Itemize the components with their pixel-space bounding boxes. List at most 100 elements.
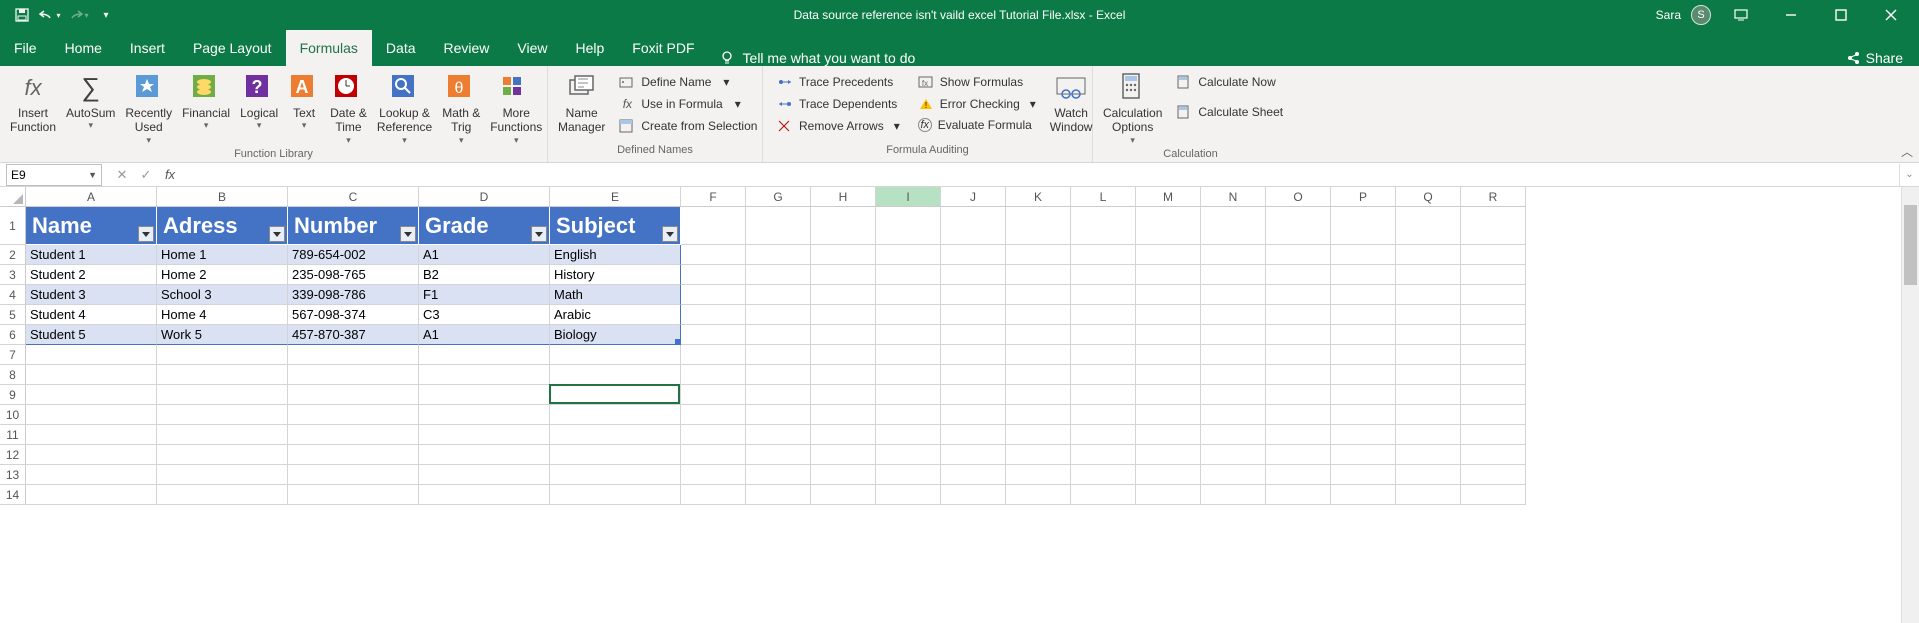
cell[interactable] — [811, 245, 876, 265]
name-manager-button[interactable]: Name Manager — [554, 70, 609, 137]
cell[interactable] — [1396, 245, 1461, 265]
cell[interactable] — [746, 445, 811, 465]
cell[interactable] — [941, 345, 1006, 365]
cell[interactable] — [26, 445, 157, 465]
create-from-selection-button[interactable]: Create from Selection — [615, 116, 761, 136]
column-header[interactable]: P — [1331, 187, 1396, 206]
cell[interactable] — [1201, 365, 1266, 385]
cell[interactable] — [1071, 265, 1136, 285]
cell[interactable] — [1331, 425, 1396, 445]
cell[interactable] — [26, 425, 157, 445]
cancel-formula-icon[interactable]: ✕ — [110, 167, 134, 183]
cell[interactable]: A1 — [419, 325, 550, 345]
cell[interactable] — [746, 425, 811, 445]
cell[interactable] — [876, 385, 941, 405]
cell[interactable] — [811, 405, 876, 425]
table-header-cell[interactable]: Name — [26, 207, 157, 245]
cell[interactable] — [550, 385, 681, 405]
define-name-button[interactable]: Define Name ▾ — [615, 72, 761, 92]
cell[interactable] — [1461, 207, 1526, 245]
cell[interactable] — [1071, 425, 1136, 445]
cell[interactable] — [157, 465, 288, 485]
cell[interactable]: 235-098-765 — [288, 265, 419, 285]
cell[interactable] — [1071, 245, 1136, 265]
cell[interactable] — [811, 325, 876, 345]
cell[interactable] — [681, 365, 746, 385]
cell[interactable] — [1201, 285, 1266, 305]
cell[interactable] — [1396, 345, 1461, 365]
row-header[interactable]: 1 — [0, 207, 26, 245]
cell[interactable]: Student 3 — [26, 285, 157, 305]
cell[interactable] — [1331, 305, 1396, 325]
cell[interactable] — [1201, 245, 1266, 265]
cell[interactable] — [811, 305, 876, 325]
cell[interactable] — [1201, 485, 1266, 505]
cell[interactable] — [941, 325, 1006, 345]
cell[interactable] — [941, 305, 1006, 325]
table-header-cell[interactable]: Grade — [419, 207, 550, 245]
cell[interactable] — [1136, 365, 1201, 385]
share-button[interactable]: Share — [1846, 50, 1919, 66]
cell[interactable] — [941, 285, 1006, 305]
date-time-button[interactable]: Date & Time▾ — [326, 70, 371, 148]
column-header[interactable]: L — [1071, 187, 1136, 206]
cell[interactable] — [876, 345, 941, 365]
close-icon[interactable] — [1871, 1, 1911, 29]
cell[interactable]: 789-654-002 — [288, 245, 419, 265]
cell[interactable]: English — [550, 245, 681, 265]
cell[interactable] — [876, 265, 941, 285]
column-header[interactable]: C — [288, 187, 419, 206]
lookup-button[interactable]: Lookup & Reference▾ — [373, 70, 436, 148]
user-avatar[interactable]: S — [1691, 5, 1711, 25]
cell[interactable] — [1071, 465, 1136, 485]
cell[interactable]: Student 1 — [26, 245, 157, 265]
trace-dependents-button[interactable]: Trace Dependents — [773, 94, 904, 114]
tab-page-layout[interactable]: Page Layout — [179, 30, 286, 66]
filter-dropdown-icon[interactable] — [269, 226, 285, 242]
watch-window-button[interactable]: Watch Window — [1046, 70, 1097, 137]
cell[interactable] — [681, 245, 746, 265]
table-header-cell[interactable]: Subject — [550, 207, 681, 245]
cell[interactable] — [1396, 405, 1461, 425]
cell[interactable] — [1396, 425, 1461, 445]
cell[interactable] — [811, 445, 876, 465]
cells[interactable]: NameAdressNumberGradeSubjectStudent 1Hom… — [26, 207, 1919, 505]
cell[interactable] — [1071, 207, 1136, 245]
cell[interactable] — [1396, 285, 1461, 305]
cell[interactable] — [1071, 285, 1136, 305]
autosum-button[interactable]: ∑ AutoSum▾ — [62, 70, 119, 133]
row-header[interactable]: 4 — [0, 285, 26, 305]
customize-qat-icon[interactable]: ▾ — [92, 1, 120, 29]
cell[interactable] — [811, 465, 876, 485]
cell[interactable]: Work 5 — [157, 325, 288, 345]
cell[interactable] — [1201, 445, 1266, 465]
math-trig-button[interactable]: θ Math & Trig▾ — [438, 70, 484, 148]
cell[interactable]: F1 — [419, 285, 550, 305]
cell[interactable] — [419, 405, 550, 425]
cell[interactable] — [1396, 485, 1461, 505]
more-functions-button[interactable]: More Functions▾ — [486, 70, 546, 148]
tab-data[interactable]: Data — [372, 30, 430, 66]
tab-file[interactable]: File — [0, 30, 51, 66]
cell[interactable] — [1006, 445, 1071, 465]
cell[interactable] — [1136, 245, 1201, 265]
cell[interactable] — [1071, 365, 1136, 385]
cell[interactable] — [1331, 485, 1396, 505]
row-header[interactable]: 11 — [0, 425, 26, 445]
cell[interactable]: Arabic — [550, 305, 681, 325]
row-header[interactable]: 14 — [0, 485, 26, 505]
cell[interactable] — [288, 445, 419, 465]
text-button[interactable]: A Text▾ — [284, 70, 324, 133]
cell[interactable] — [1331, 445, 1396, 465]
cell[interactable] — [1201, 207, 1266, 245]
cell[interactable] — [1006, 305, 1071, 325]
cell[interactable] — [1331, 385, 1396, 405]
cell[interactable] — [157, 345, 288, 365]
cell[interactable] — [288, 345, 419, 365]
recently-used-button[interactable]: Recently Used▾ — [121, 70, 176, 148]
cell[interactable]: A1 — [419, 245, 550, 265]
cell[interactable] — [1201, 385, 1266, 405]
cell[interactable] — [157, 445, 288, 465]
ribbon-display-options-icon[interactable] — [1721, 1, 1761, 29]
cell[interactable] — [419, 385, 550, 405]
